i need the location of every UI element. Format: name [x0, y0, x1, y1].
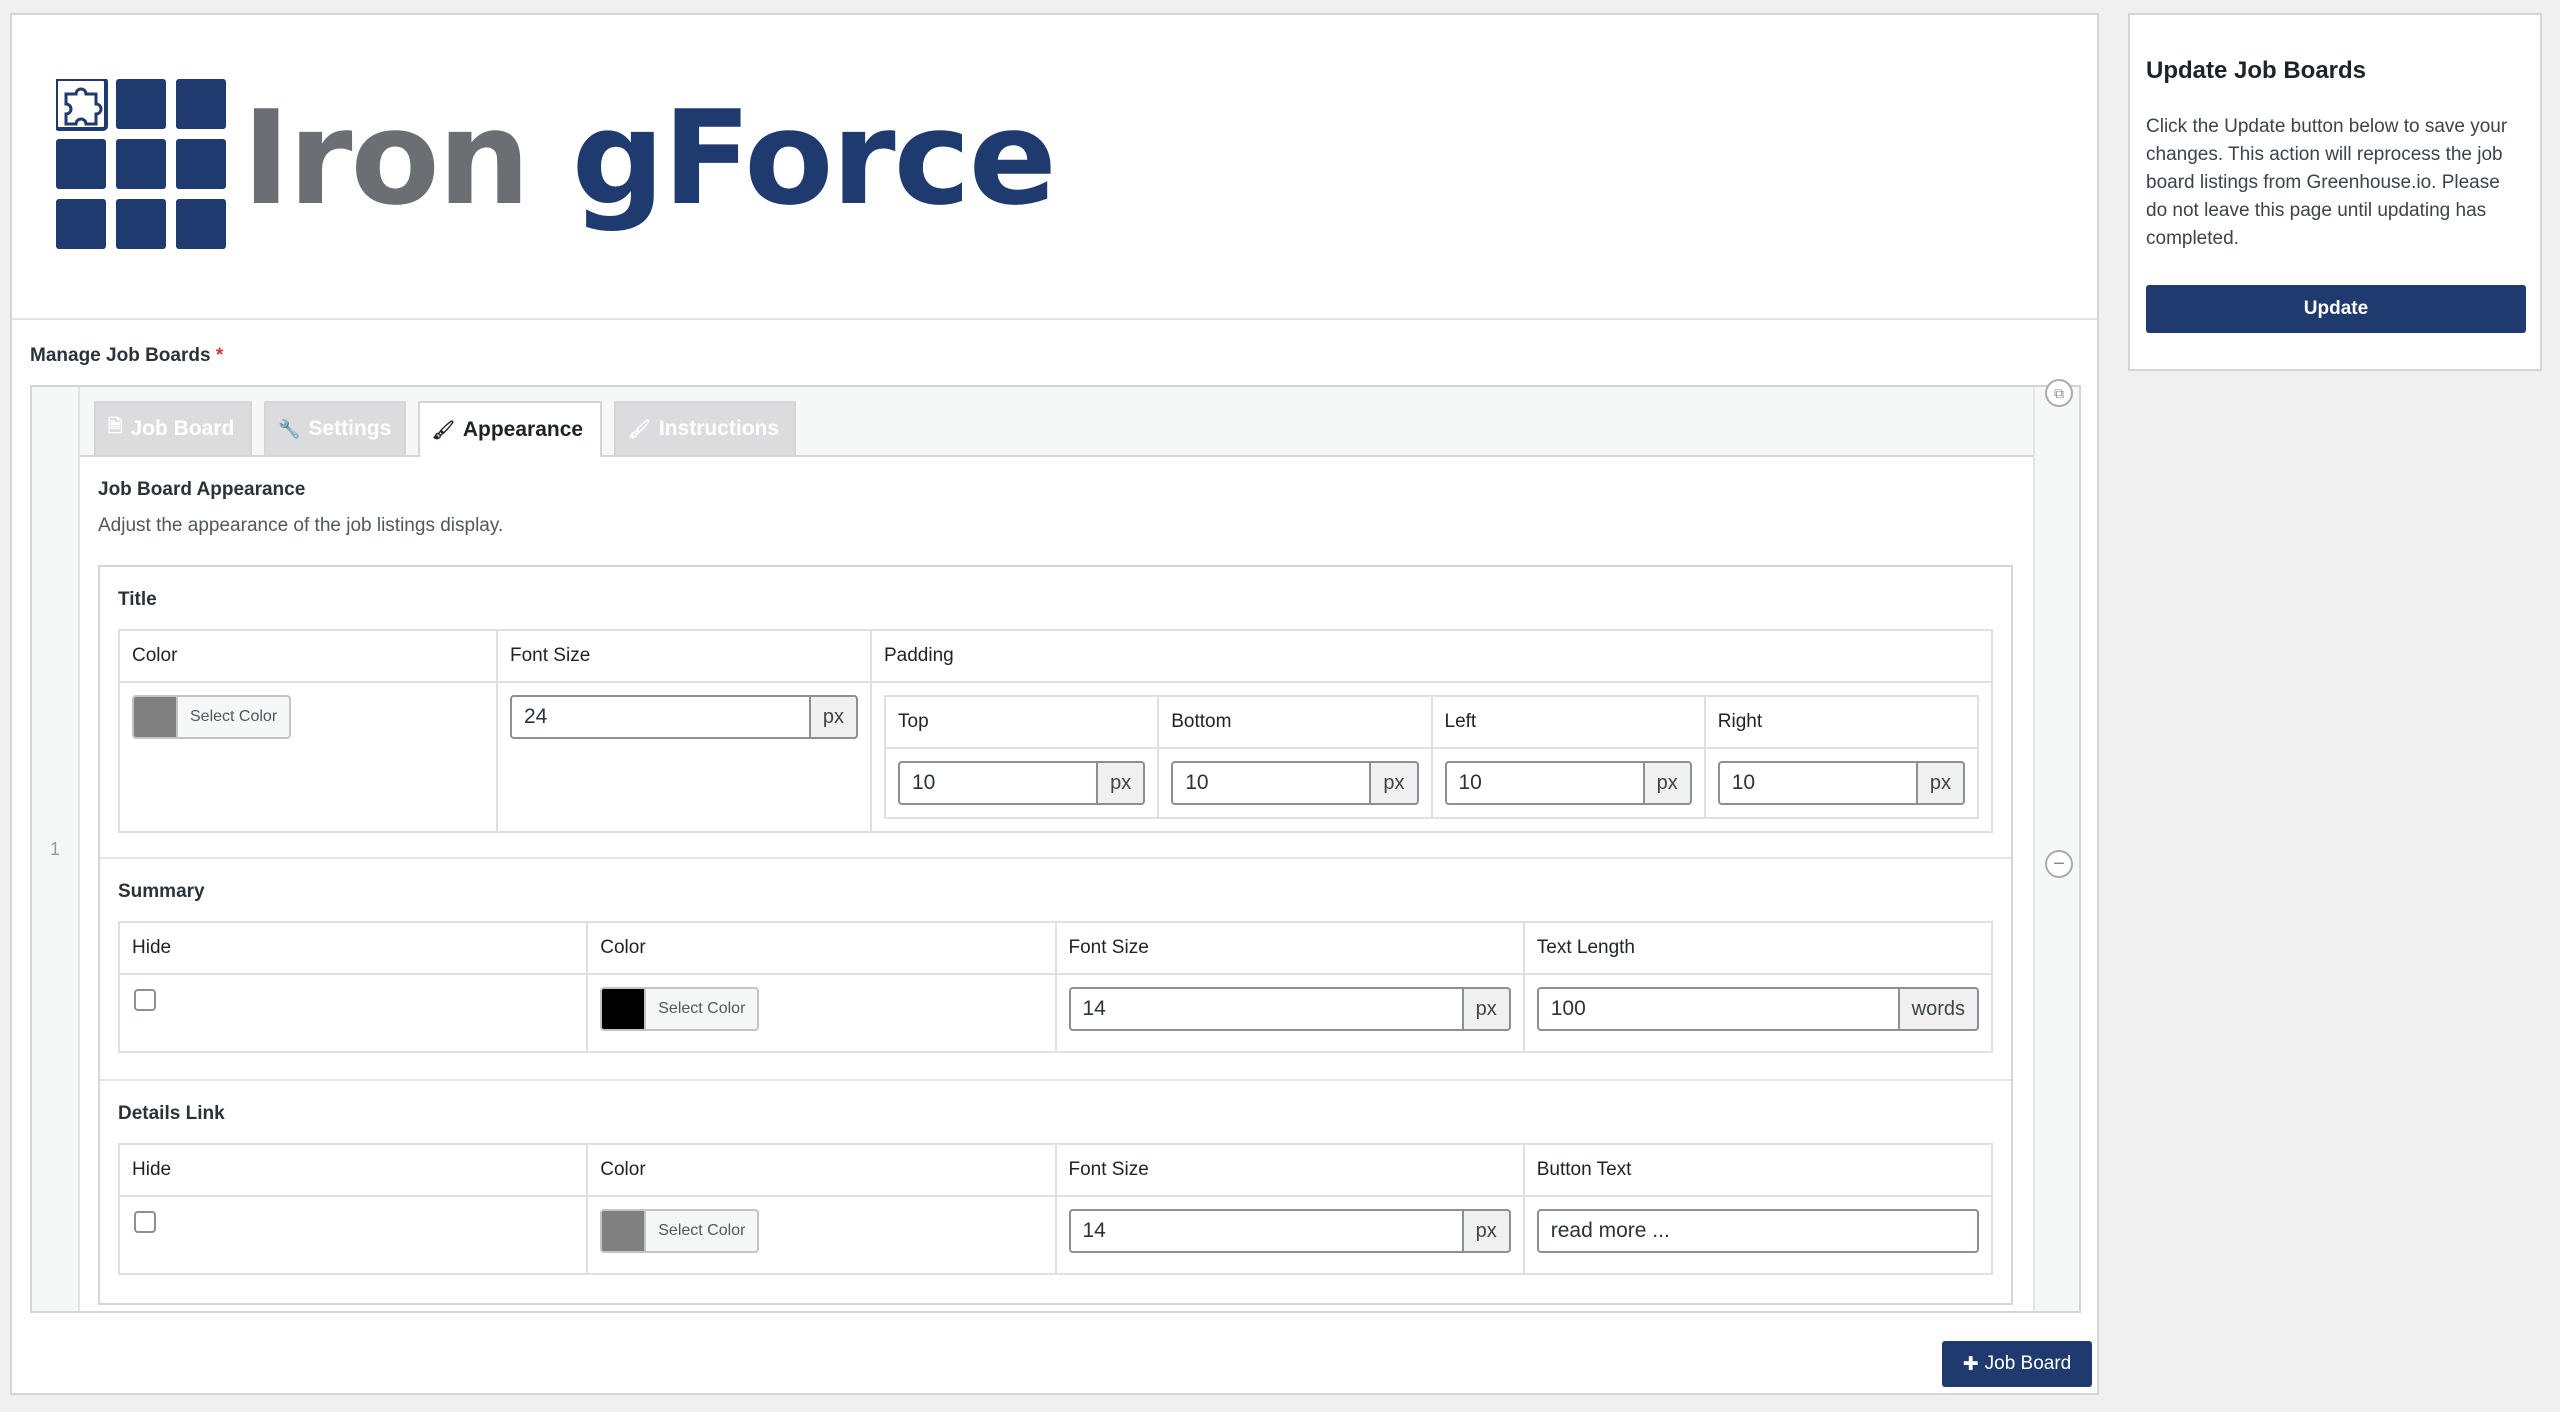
update-side-panel: Update Job Boards Click the Update butto…: [2128, 13, 2542, 371]
details-link-table: Hide Color Font Size Button Text Select …: [117, 1143, 1994, 1275]
padding-top-header: Top: [883, 695, 1160, 749]
group-separator: [100, 857, 2011, 859]
remove-row-icon[interactable]: −: [2045, 850, 2073, 878]
row-body: 🗎 Job Board 🔧 Settings 🖌 Appearance 🖌 In…: [80, 387, 2035, 1311]
update-button[interactable]: Update: [2146, 285, 2526, 333]
details-color-button[interactable]: Select Color: [600, 1209, 760, 1253]
tabs-bar: 🗎 Job Board 🔧 Settings 🖌 Appearance 🖌 In…: [80, 387, 2033, 457]
add-job-board-button[interactable]: ✚ Job Board: [1942, 1341, 2092, 1387]
manage-job-boards-label: Manage Job Boards *: [30, 345, 223, 367]
px-unit: px: [1098, 761, 1146, 805]
duplicate-row-icon[interactable]: ⧉: [2045, 379, 2073, 407]
section-title: Job Board Appearance: [98, 479, 306, 500]
document-icon: 🗎: [108, 416, 123, 436]
wrench-icon: 🔧: [278, 418, 301, 439]
padding-left-header: Left: [1430, 695, 1706, 749]
details-link-group-label: Details Link: [118, 1103, 225, 1124]
summary-font-size-input[interactable]: 14: [1068, 987, 1464, 1031]
summary-hide-header: Hide: [117, 921, 589, 975]
title-color-header: Color: [118, 629, 498, 683]
title-table: Color Font Size Padding Select Color 24 …: [118, 629, 1993, 833]
words-unit: words: [1899, 987, 1979, 1031]
manage-label-text: Manage Job Boards: [30, 345, 211, 366]
details-hide-checkbox[interactable]: [134, 1211, 156, 1233]
side-description: Click the Update button below to save yo…: [2146, 116, 2508, 249]
title-padding-header: Padding: [870, 629, 1993, 683]
appearance-fieldset: Title Color Font Size Padding Select Col…: [98, 565, 2013, 1305]
section-description: Adjust the appearance of the job listing…: [98, 515, 504, 536]
select-color-label: Select Color: [658, 1000, 746, 1017]
details-font-size-input[interactable]: 14: [1068, 1209, 1464, 1253]
padding-bottom-input[interactable]: 10: [1171, 761, 1372, 805]
px-unit: px: [1463, 987, 1511, 1031]
padding-bottom-header: Bottom: [1157, 695, 1433, 749]
group-separator: [100, 1079, 2011, 1081]
details-color-header: Color: [586, 1143, 1057, 1197]
select-color-label: Select Color: [190, 708, 278, 725]
summary-color-swatch: [602, 989, 647, 1029]
details-hide-header: Hide: [117, 1143, 589, 1197]
padding-right-header: Right: [1703, 695, 1980, 749]
px-unit: px: [810, 695, 858, 739]
select-color-label: Select Color: [658, 1222, 746, 1239]
appearance-header: Job Board Appearance Adjust the appearan…: [98, 479, 2013, 537]
padding-left-input[interactable]: 10: [1444, 761, 1645, 805]
title-color-button[interactable]: Select Color: [132, 695, 292, 739]
padding-table: Top Bottom Left Right 10 px 10 px 10 px 10 p: [883, 695, 1980, 819]
logo-word-iron: Iron: [242, 82, 530, 234]
main-panel: Iron gForce Manage Job Boards * 1 🗎 Job …: [10, 13, 2099, 1395]
tab-instructions[interactable]: 🖌 Instructions: [614, 401, 796, 455]
add-job-board-label: Job Board: [1984, 1353, 2072, 1374]
padding-right-input[interactable]: 10: [1717, 761, 1918, 805]
details-color-swatch: [602, 1211, 647, 1251]
summary-hide-checkbox[interactable]: [134, 989, 156, 1011]
tab-job-board[interactable]: 🗎 Job Board: [94, 401, 252, 455]
summary-color-header: Color: [586, 921, 1057, 975]
padding-top-input[interactable]: 10: [898, 761, 1099, 805]
title-color-swatch: [134, 697, 178, 737]
summary-text-length-input[interactable]: 100: [1536, 987, 1900, 1031]
tab-appearance[interactable]: 🖌 Appearance: [418, 401, 602, 457]
tab-label: Appearance: [462, 418, 584, 441]
summary-text-length-header: Text Length: [1522, 921, 1994, 975]
job-board-repeater: 1 🗎 Job Board 🔧 Settings 🖌 Appearance 🖌: [30, 379, 2081, 1313]
title-font-size-header: Font Size: [496, 629, 872, 683]
summary-font-size-header: Font Size: [1054, 921, 1525, 975]
details-font-size-header: Font Size: [1054, 1143, 1525, 1197]
logo-area: Iron gForce: [12, 15, 2097, 320]
tab-label: Job Board: [130, 417, 235, 440]
tab-label: Instructions: [658, 417, 780, 440]
px-unit: px: [1644, 761, 1692, 805]
title-group-label: Title: [118, 589, 157, 610]
summary-table: Hide Color Font Size Text Length Select …: [117, 921, 1994, 1053]
tab-settings[interactable]: 🔧 Settings: [264, 401, 406, 455]
tab-label: Settings: [308, 417, 392, 440]
required-mark: *: [215, 345, 224, 366]
summary-color-button[interactable]: Select Color: [600, 987, 760, 1031]
px-unit: px: [1463, 1209, 1511, 1253]
px-unit: px: [1917, 761, 1965, 805]
row-actions: ⧉ −: [2033, 379, 2079, 1311]
details-button-text-input[interactable]: read more ...: [1536, 1209, 1979, 1253]
puzzle-grid-logo-icon: [56, 79, 226, 249]
plus-icon: ✚: [1962, 1353, 1979, 1375]
title-font-size-input[interactable]: 24: [510, 695, 811, 739]
side-title: Update Job Boards: [2146, 57, 2367, 84]
px-unit: px: [1371, 761, 1419, 805]
paintbrush-icon: 🖌: [628, 418, 651, 439]
row-index[interactable]: 1: [32, 387, 80, 1311]
logo-wordmark: Iron gForce: [242, 93, 1057, 223]
summary-group-label: Summary: [118, 881, 205, 902]
paintbrush-icon: 🖌: [432, 419, 455, 440]
details-button-text-header: Button Text: [1522, 1143, 1994, 1197]
logo-word-gforce: gForce: [571, 82, 1057, 234]
